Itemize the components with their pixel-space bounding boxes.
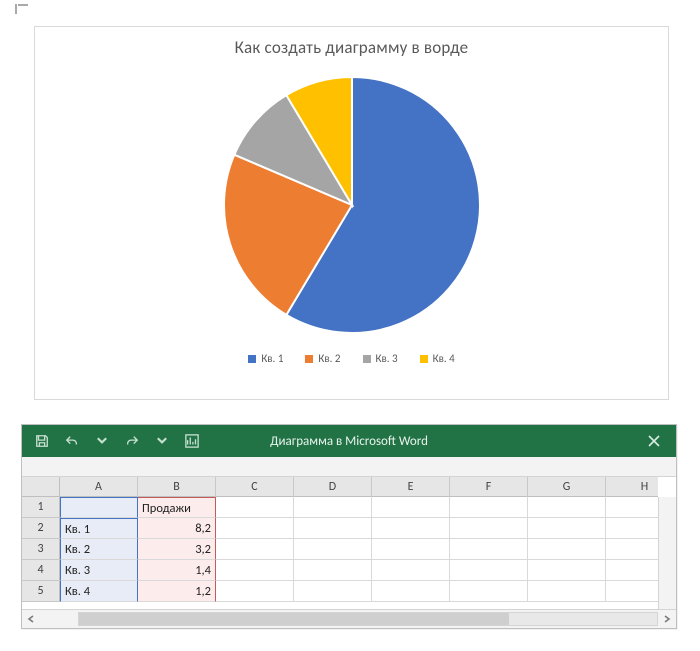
cell[interactable] <box>216 581 294 602</box>
cell[interactable] <box>372 539 450 560</box>
cell[interactable] <box>60 497 138 518</box>
undo-icon[interactable] <box>64 433 80 449</box>
scroll-right-arrow-icon[interactable] <box>658 610 676 628</box>
cell[interactable] <box>216 518 294 539</box>
legend-item: Кв. 2 <box>305 352 340 365</box>
column-header[interactable]: F <box>450 477 528 497</box>
cell[interactable] <box>528 581 606 602</box>
legend-item: Кв. 3 <box>363 352 398 365</box>
cell[interactable]: Кв. 1 <box>60 518 138 539</box>
legend-label: Кв. 4 <box>433 352 455 365</box>
cell[interactable]: 1,4 <box>138 560 216 581</box>
close-button[interactable] <box>632 425 676 457</box>
cell[interactable] <box>216 497 294 518</box>
cell[interactable] <box>372 581 450 602</box>
chart-legend: Кв. 1 Кв. 2 Кв. 3 Кв. 4 <box>35 352 668 365</box>
legend-swatch <box>248 355 256 363</box>
excel-titlebar[interactable]: Диаграмма в Microsoft Word <box>22 425 676 457</box>
table-row: Продажи <box>60 497 658 518</box>
chart-tool-icon[interactable] <box>184 433 200 449</box>
cell[interactable] <box>528 518 606 539</box>
cell[interactable]: Продажи <box>138 497 216 518</box>
row-header[interactable]: 3 <box>22 539 60 560</box>
cell[interactable] <box>528 539 606 560</box>
table-row: Кв. 23,2 <box>60 539 658 560</box>
cell[interactable]: Кв. 4 <box>60 581 138 602</box>
cell[interactable] <box>294 497 372 518</box>
cell[interactable] <box>216 560 294 581</box>
column-header[interactable]: C <box>216 477 294 497</box>
cell[interactable]: 1,2 <box>138 581 216 602</box>
row-header[interactable]: 2 <box>22 518 60 539</box>
legend-label: Кв. 1 <box>261 352 283 365</box>
legend-swatch <box>305 355 313 363</box>
cell[interactable] <box>450 560 528 581</box>
cell[interactable] <box>372 560 450 581</box>
hscroll-track[interactable] <box>78 612 658 626</box>
undo-dropdown-icon[interactable] <box>94 433 110 449</box>
cell[interactable] <box>294 560 372 581</box>
row-header[interactable]: 4 <box>22 560 60 581</box>
cell[interactable] <box>294 581 372 602</box>
table-row: Кв. 18,2 <box>60 518 658 539</box>
cell[interactable] <box>528 560 606 581</box>
cell[interactable] <box>372 497 450 518</box>
excel-ribbon-strip <box>22 457 676 477</box>
legend-label: Кв. 3 <box>376 352 398 365</box>
pie-svg <box>219 72 485 338</box>
column-header[interactable]: H <box>606 477 676 497</box>
table-row: Кв. 31,4 <box>60 560 658 581</box>
column-header[interactable]: E <box>372 477 450 497</box>
table-row: Кв. 41,2 <box>60 581 658 602</box>
legend-label: Кв. 2 <box>318 352 340 365</box>
legend-item: Кв. 4 <box>420 352 455 365</box>
cell[interactable] <box>450 581 528 602</box>
ruler-corner-v <box>15 4 17 14</box>
excel-grid[interactable]: ABCDEFGH 12345 ПродажиКв. 18,2Кв. 23,2Кв… <box>22 477 676 609</box>
cell[interactable]: Кв. 3 <box>60 560 138 581</box>
cell[interactable] <box>294 539 372 560</box>
legend-swatch <box>420 355 428 363</box>
cell[interactable] <box>294 518 372 539</box>
legend-item: Кв. 1 <box>248 352 283 365</box>
cell[interactable] <box>216 539 294 560</box>
row-header[interactable]: 1 <box>22 497 60 518</box>
excel-chart-data-window[interactable]: Диаграмма в Microsoft Word ABCDEFGH 1234… <box>21 424 677 629</box>
pie-chart <box>219 72 485 338</box>
row-header[interactable]: 5 <box>22 581 60 602</box>
hscroll-thumb[interactable] <box>79 613 509 625</box>
cell[interactable] <box>450 518 528 539</box>
close-icon <box>648 435 660 447</box>
cell[interactable] <box>528 497 606 518</box>
cell[interactable]: 3,2 <box>138 539 216 560</box>
column-header[interactable]: D <box>294 477 372 497</box>
cells-area[interactable]: ПродажиКв. 18,2Кв. 23,2Кв. 31,4Кв. 41,2 <box>60 497 658 602</box>
save-icon[interactable] <box>34 433 50 449</box>
horizontal-scrollbar[interactable] <box>22 609 676 628</box>
cell[interactable] <box>450 497 528 518</box>
cell[interactable] <box>372 518 450 539</box>
vertical-scrollbar[interactable] <box>658 497 676 609</box>
column-header[interactable]: G <box>528 477 606 497</box>
redo-dropdown-icon[interactable] <box>154 433 170 449</box>
row-headers[interactable]: 12345 <box>22 497 60 602</box>
cell[interactable]: 8,2 <box>138 518 216 539</box>
ruler-corner-h <box>18 4 28 6</box>
column-header[interactable]: B <box>138 477 216 497</box>
word-document-canvas: Как создать диаграмму в ворде Кв. 1 Кв. 2… <box>0 0 700 414</box>
scroll-left-arrow-icon[interactable] <box>22 610 40 628</box>
redo-icon[interactable] <box>124 433 140 449</box>
cell[interactable]: Кв. 2 <box>60 539 138 560</box>
chart-title: Как создать диаграмму в ворде <box>35 37 668 58</box>
select-all-corner[interactable] <box>22 477 60 497</box>
column-headers[interactable]: ABCDEFGH <box>60 477 658 497</box>
column-header[interactable]: A <box>60 477 138 497</box>
chart-object[interactable]: Как создать диаграмму в ворде Кв. 1 Кв. 2… <box>34 26 669 400</box>
cell[interactable] <box>450 539 528 560</box>
legend-swatch <box>363 355 371 363</box>
